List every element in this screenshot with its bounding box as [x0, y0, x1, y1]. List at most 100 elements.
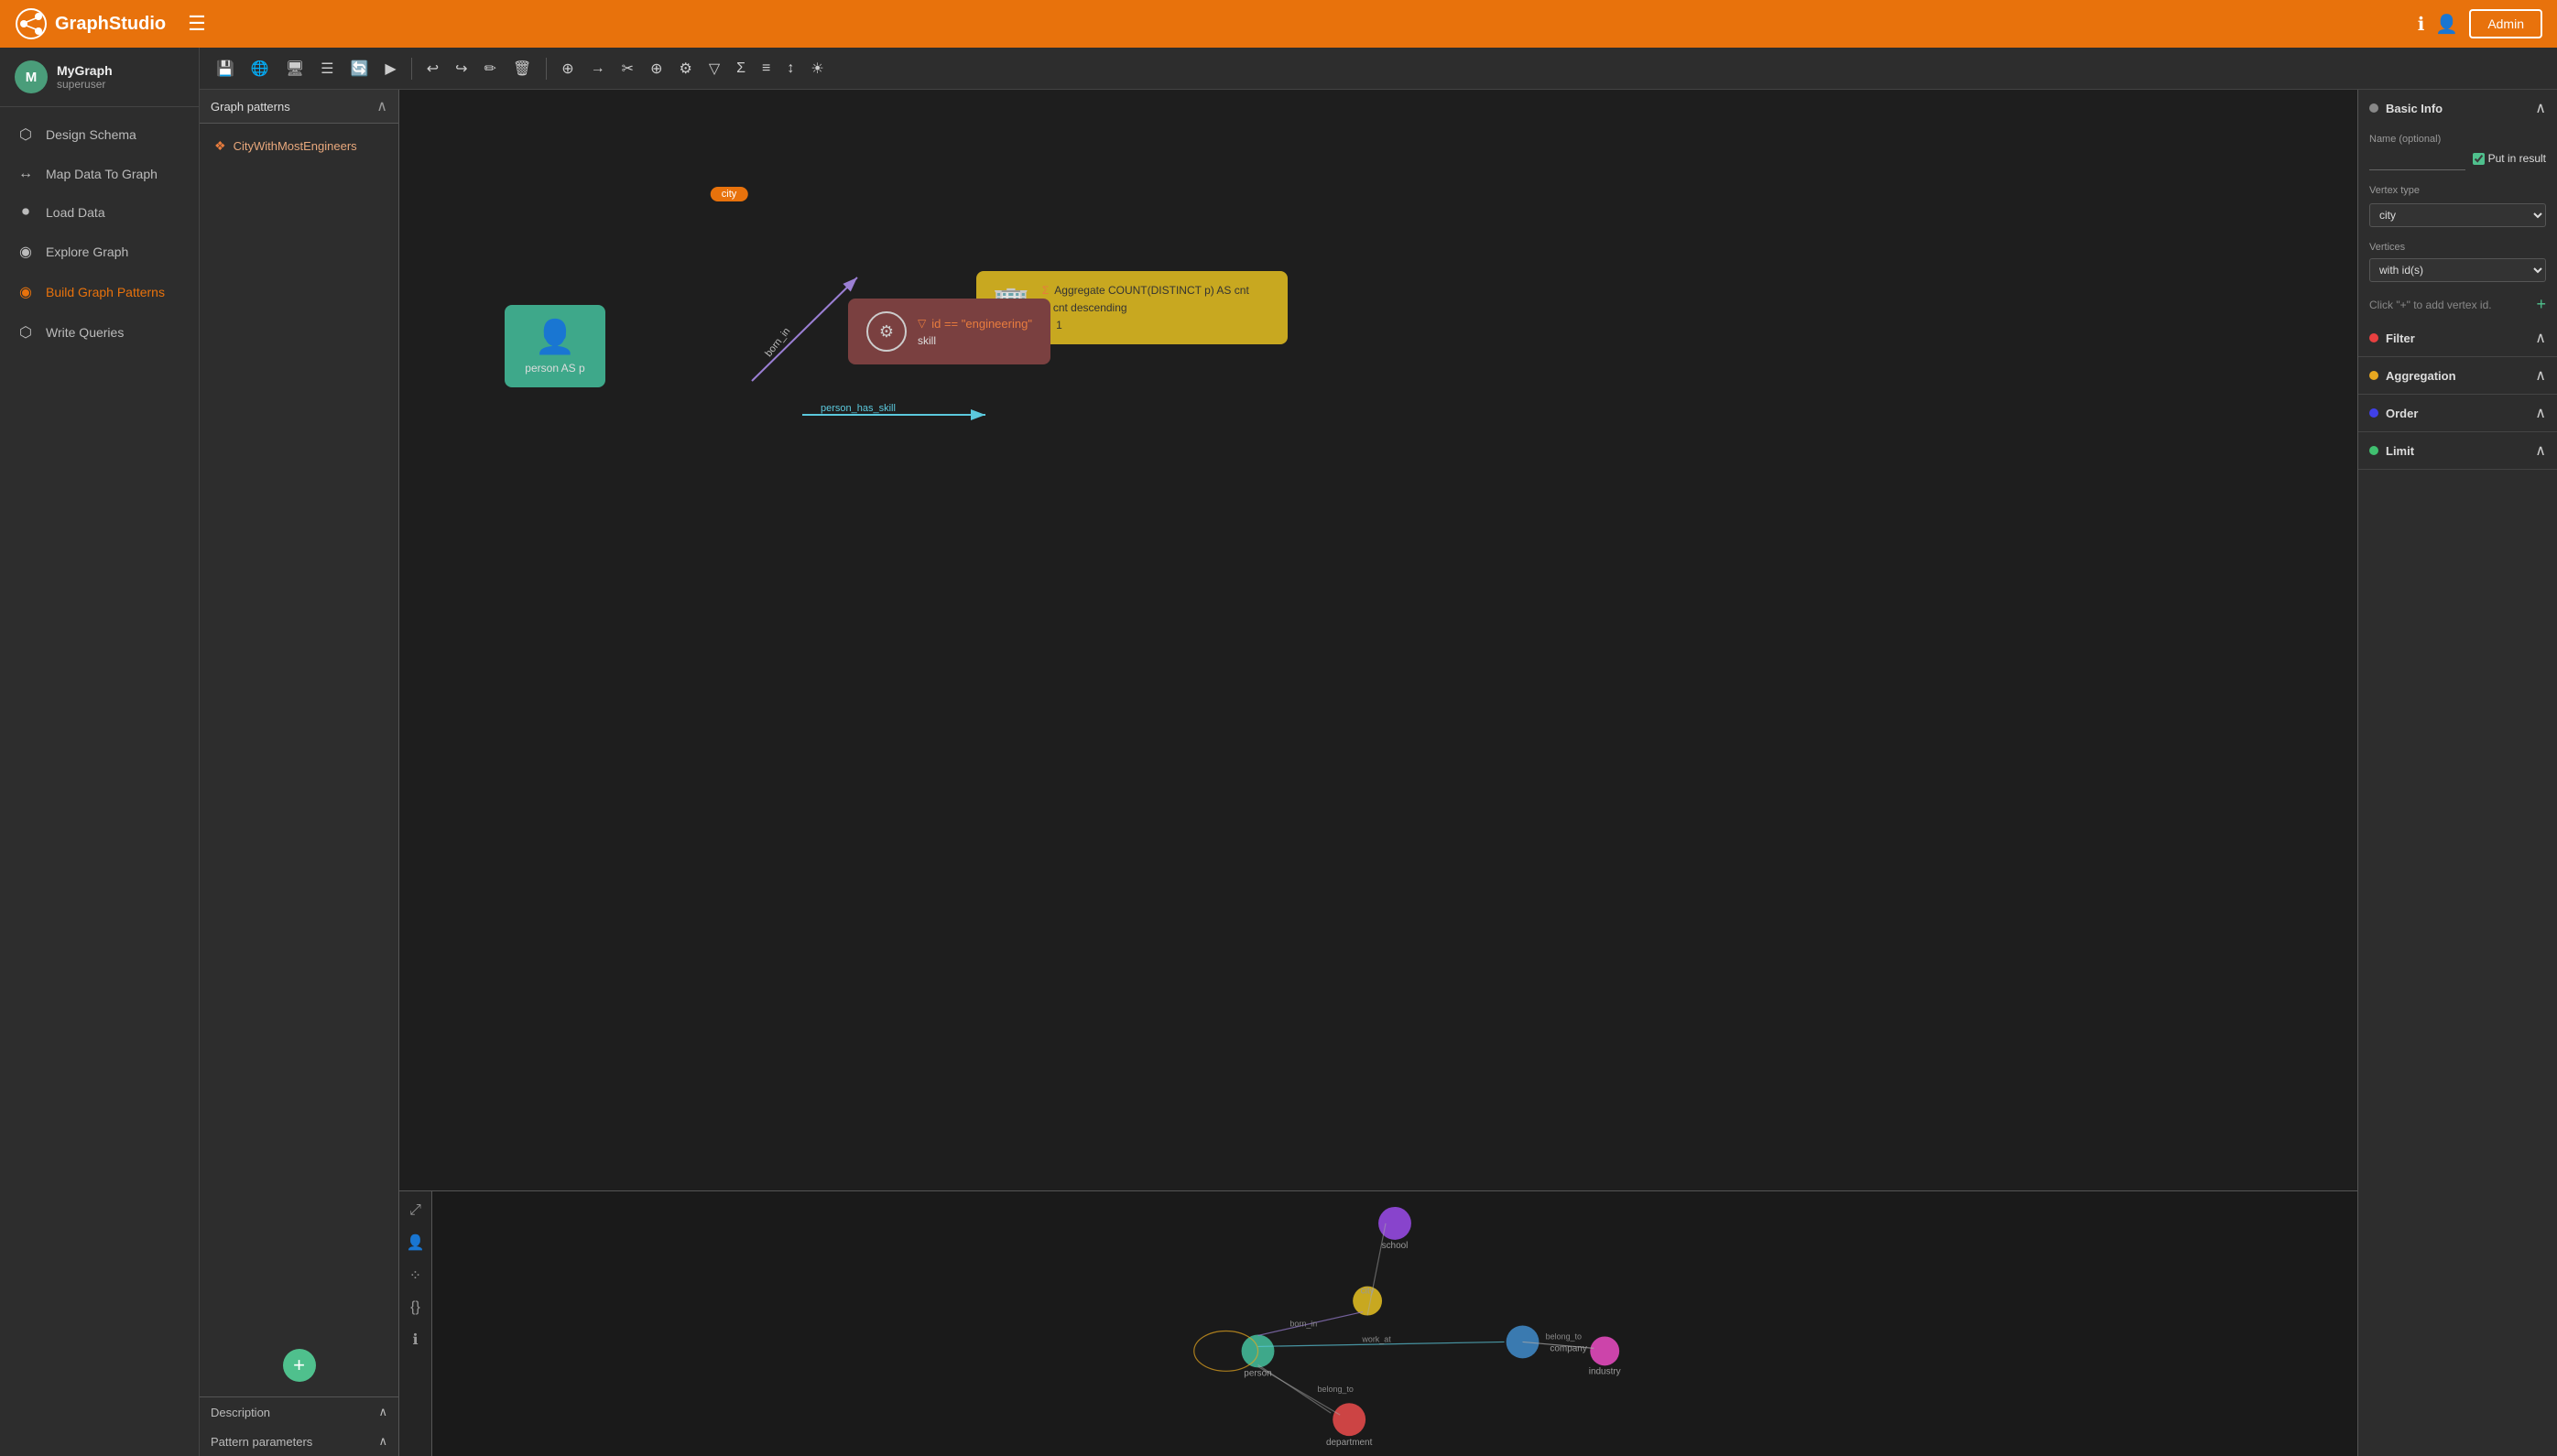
- settings-btn[interactable]: ⚙: [673, 56, 697, 81]
- sigma-btn[interactable]: Σ: [731, 57, 751, 81]
- globe-btn[interactable]: 🌐: [245, 56, 275, 81]
- add-pattern-btn[interactable]: +: [283, 1349, 316, 1382]
- braces-tool[interactable]: {}: [407, 1296, 424, 1320]
- logo-icon: [15, 7, 48, 40]
- filter-btn[interactable]: ▽: [703, 56, 725, 81]
- skill-node[interactable]: ⚙ ▽ id == "engineering" skill: [848, 299, 1050, 364]
- list-btn[interactable]: ☰: [315, 56, 339, 81]
- map-data-icon: ↔: [16, 166, 35, 182]
- toolbar: 💾 🌐 🖥 ☰ 🔄 ▶ ↩ ↪ ✏ 🗑 ⊕ → ✂ ⊕ ⚙ ▽ Σ ≡ ↕ ☀: [200, 48, 2557, 90]
- collapse-icon[interactable]: ∧: [376, 97, 387, 115]
- industry-node-mini: [1590, 1336, 1619, 1365]
- sidebar-item-design-schema[interactable]: ⬡ Design Schema: [0, 114, 199, 155]
- vertices-select[interactable]: with id(s): [2369, 258, 2546, 282]
- svg-text:department: department: [1326, 1438, 1373, 1448]
- add-vertex-btn[interactable]: +: [2536, 295, 2546, 314]
- target-btn[interactable]: ⊕: [645, 56, 668, 81]
- skill-node-content: ▽ id == "engineering" skill: [918, 317, 1032, 347]
- delete-btn[interactable]: 🗑: [507, 56, 537, 81]
- pattern-panel: Graph patterns ∧ ❖ CityWithMostEngineers…: [200, 90, 399, 1456]
- sidebar-item-label: Load Data: [46, 205, 105, 220]
- workspace: Graph patterns ∧ ❖ CityWithMostEngineers…: [200, 90, 2557, 1456]
- vertices-title: Vertices: [2369, 242, 2546, 253]
- console-panel: ⤢ 👤 ⁘ {} ℹ school: [399, 1190, 2357, 1456]
- design-schema-icon: ⬡: [16, 125, 35, 144]
- dots-tool[interactable]: ⁘: [406, 1263, 425, 1288]
- app-name: GraphStudio: [55, 14, 166, 35]
- pattern-list: ❖ CityWithMostEngineers: [200, 124, 398, 1334]
- sidebar: M MyGraph superuser ⬡ Design Schema ↔ Ma…: [0, 48, 200, 1456]
- name-input[interactable]: [2369, 148, 2465, 170]
- redo-btn[interactable]: ↪: [450, 56, 473, 81]
- sidebar-item-label: Build Graph Patterns: [46, 285, 165, 299]
- undo-btn[interactable]: ↩: [421, 56, 444, 81]
- play-btn[interactable]: ▶: [379, 56, 401, 81]
- basic-info-dot: [2369, 103, 2378, 113]
- admin-button[interactable]: Admin: [2469, 9, 2542, 38]
- limit-header[interactable]: Limit ∧: [2358, 432, 2557, 469]
- hamburger-btn[interactable]: ☰: [180, 8, 213, 39]
- sidebar-item-build-patterns[interactable]: ◉ Build Graph Patterns: [0, 272, 199, 312]
- description-item[interactable]: Description ∧: [200, 1397, 398, 1427]
- sidebar-item-label: Map Data To Graph: [46, 167, 158, 181]
- star-btn[interactable]: ☀: [805, 56, 829, 81]
- filter-title: Filter: [2386, 331, 2415, 345]
- pattern-item[interactable]: ❖ CityWithMostEngineers: [207, 131, 391, 161]
- sidebar-item-explore-graph[interactable]: ◉ Explore Graph: [0, 232, 199, 272]
- parameters-item[interactable]: Pattern parameters ∧: [200, 1427, 398, 1456]
- person-icon: 👤: [535, 318, 576, 356]
- vertex-type-select[interactable]: city: [2369, 203, 2546, 227]
- city-line2: cnt descending: [1053, 301, 1127, 314]
- add-btn[interactable]: ⊕: [556, 56, 579, 81]
- name-field-row: Name (optional) Put in result: [2358, 126, 2557, 178]
- pattern-panel-title: Graph patterns: [211, 100, 290, 114]
- arrow-btn[interactable]: →: [585, 57, 611, 81]
- city-node-content: Σ Aggregate COUNT(DISTINCT p) AS cnt ↕ c…: [1042, 284, 1249, 331]
- logo: GraphStudio: [15, 7, 166, 40]
- top-nav: GraphStudio ☰ ℹ 👤 Admin: [0, 0, 2557, 48]
- cut-btn[interactable]: ✂: [616, 56, 639, 81]
- user-nav-icon[interactable]: 👤: [2435, 13, 2458, 36]
- aggregation-collapse-icon: ∧: [2535, 366, 2546, 385]
- aggregation-dot: [2369, 371, 2378, 380]
- basic-info-header[interactable]: Basic Info ∧: [2358, 90, 2557, 126]
- fullscreen-tool[interactable]: ⤢: [406, 1199, 425, 1222]
- person-tool[interactable]: 👤: [403, 1230, 429, 1255]
- city-line3: 1: [1056, 319, 1062, 331]
- refresh-btn[interactable]: 🔄: [345, 56, 375, 81]
- svg-text:born_in: born_in: [1289, 1319, 1317, 1328]
- graph-canvas[interactable]: born_in 🏢 Σ Aggregate COUNT(DISTINCT p) …: [399, 90, 2357, 1190]
- filter-header[interactable]: Filter ∧: [2358, 320, 2557, 356]
- info-nav-icon[interactable]: ℹ: [2418, 13, 2425, 36]
- edit-btn[interactable]: ✏: [479, 56, 502, 81]
- panel-footer: Description ∧ Pattern parameters ∧: [200, 1396, 398, 1456]
- aggregation-section: Aggregation ∧: [2358, 357, 2557, 395]
- sidebar-item-label: Write Queries: [46, 325, 124, 340]
- user-info: MyGraph superuser: [57, 63, 113, 91]
- person-node[interactable]: 👤 person AS p: [505, 305, 605, 387]
- config-panel: Basic Info ∧ Name (optional) Put in resu…: [2357, 90, 2557, 1456]
- aggregation-header[interactable]: Aggregation ∧: [2358, 357, 2557, 394]
- screen-btn[interactable]: 🖥: [280, 56, 310, 81]
- user-role: superuser: [57, 78, 113, 91]
- layout-btn[interactable]: ↕: [781, 57, 800, 81]
- order-dot: [2369, 408, 2378, 418]
- sidebar-item-write-queries[interactable]: ⬡ Write Queries: [0, 312, 199, 353]
- skill-filter-icon: ▽: [918, 317, 926, 330]
- order-collapse-icon: ∧: [2535, 404, 2546, 422]
- person-skill-edge-label: person_has_skill: [821, 403, 896, 414]
- info-tool[interactable]: ℹ: [408, 1327, 421, 1353]
- parameters-collapse-icon: ∧: [378, 1434, 387, 1449]
- put-in-result-checkbox[interactable]: [2473, 153, 2485, 165]
- save-btn[interactable]: 💾: [211, 56, 240, 81]
- order-header[interactable]: Order ∧: [2358, 395, 2557, 431]
- basic-info-collapse-icon: ∧: [2535, 99, 2546, 117]
- sort-btn[interactable]: ≡: [756, 57, 776, 81]
- sidebar-item-load-data[interactable]: ⏺ Load Data: [0, 193, 199, 232]
- user-name: MyGraph: [57, 63, 113, 78]
- sidebar-item-map-data[interactable]: ↔ Map Data To Graph: [0, 155, 199, 193]
- sidebar-nav: ⬡ Design Schema ↔ Map Data To Graph ⏺ Lo…: [0, 107, 199, 1456]
- sidebar-user: M MyGraph superuser: [0, 48, 199, 107]
- vertices-section: Vertices with id(s): [2358, 234, 2557, 289]
- svg-text:school: school: [1382, 1241, 1409, 1251]
